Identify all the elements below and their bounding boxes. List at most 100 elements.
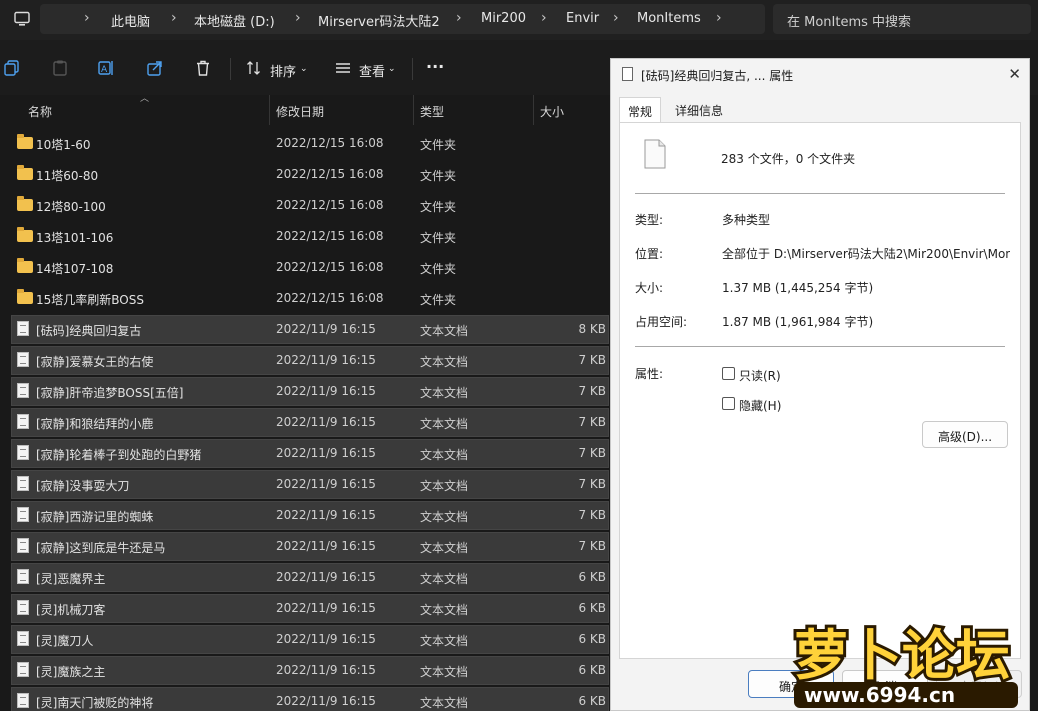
sort-button[interactable]: 排序 bbox=[270, 61, 296, 80]
chevron-down-icon: ⌄ bbox=[300, 64, 308, 74]
column-header-type[interactable]: 类型 bbox=[420, 103, 444, 120]
file-type: 文本文档 bbox=[420, 479, 469, 493]
file-row[interactable]: 14塔107-108 2022/12/15 16:08 文件夹 bbox=[0, 252, 610, 283]
column-header-date[interactable]: 修改日期 bbox=[276, 103, 324, 120]
file-row[interactable]: [寂静]爱慕女王的右使 2022/11/9 16:15 文本文档 7 KB bbox=[0, 345, 610, 376]
breadcrumb[interactable]: › 此电脑 › 本地磁盘 (D:) › Mirserver码法大陆2 › Mir… bbox=[40, 4, 765, 34]
breadcrumb-item[interactable]: Mir200 bbox=[481, 11, 526, 26]
file-row[interactable]: [灵]机械刀客 2022/11/9 16:15 文本文档 6 KB bbox=[0, 593, 610, 624]
file-size: 6 KB bbox=[578, 601, 606, 615]
file-date: 2022/12/15 16:08 bbox=[276, 136, 384, 150]
toolbar-divider bbox=[230, 58, 231, 80]
rename-icon[interactable]: A bbox=[98, 60, 114, 76]
file-date: 2022/11/9 16:15 bbox=[276, 477, 376, 491]
disk-size-label: 占用空间: bbox=[635, 315, 688, 329]
file-row[interactable]: [寂静]轮着棒子到处跑的白野猪 2022/11/9 16:15 文本文档 7 KB bbox=[0, 438, 610, 469]
file-row[interactable]: [寂静]肝帝追梦BOSS[五倍] 2022/11/9 16:15 文本文档 7 KB bbox=[0, 376, 610, 407]
file-row[interactable]: [寂静]这到底是牛还是马 2022/11/9 16:15 文本文档 7 KB bbox=[0, 531, 610, 562]
column-header-name[interactable]: 名称 bbox=[28, 103, 52, 120]
file-date: 2022/11/9 16:15 bbox=[276, 570, 376, 584]
file-size: 7 KB bbox=[578, 384, 606, 398]
tab-general[interactable]: 常规 bbox=[619, 97, 662, 123]
file-row[interactable]: [寂静]没事耍大刀 2022/11/9 16:15 文本文档 7 KB bbox=[0, 469, 610, 500]
close-icon[interactable]: ✕ bbox=[1008, 65, 1021, 83]
file-type: 文件夹 bbox=[420, 169, 457, 183]
column-divider[interactable] bbox=[269, 95, 270, 125]
hidden-checkbox[interactable] bbox=[722, 397, 735, 410]
file-row[interactable]: [灵]魔刀人 2022/11/9 16:15 文本文档 6 KB bbox=[0, 624, 610, 655]
breadcrumb-item[interactable]: MonItems bbox=[637, 11, 701, 26]
text-file-icon bbox=[17, 414, 29, 429]
folder-icon bbox=[17, 258, 33, 273]
chevron-right-icon[interactable]: › bbox=[716, 10, 722, 26]
hidden-label[interactable]: 隐藏(H) bbox=[739, 397, 781, 414]
folder-icon bbox=[17, 165, 33, 180]
readonly-checkbox[interactable] bbox=[722, 367, 735, 380]
file-size: 6 KB bbox=[578, 570, 606, 584]
chevron-down-icon: ⌄ bbox=[388, 64, 396, 74]
text-file-icon bbox=[17, 631, 29, 646]
file-date: 2022/11/9 16:15 bbox=[276, 539, 376, 553]
advanced-button[interactable]: 高级(D)... bbox=[922, 421, 1008, 448]
file-size: 7 KB bbox=[578, 446, 606, 460]
file-row[interactable]: 13塔101-106 2022/12/15 16:08 文件夹 bbox=[0, 221, 610, 252]
sort-asc-icon: ︿ bbox=[140, 94, 150, 104]
size-label: 大小: bbox=[635, 281, 664, 295]
text-file-icon bbox=[17, 693, 29, 708]
text-file-icon bbox=[17, 507, 29, 522]
file-type: 文本文档 bbox=[420, 541, 469, 555]
more-options-button[interactable]: ··· bbox=[426, 57, 444, 76]
delete-icon[interactable] bbox=[195, 60, 211, 76]
chevron-right-icon: › bbox=[171, 10, 177, 26]
watermark-title: 萝卜论坛 bbox=[794, 624, 1010, 687]
paste-icon[interactable] bbox=[52, 60, 68, 76]
file-name: [寂静]轮着棒子到处跑的白野猪 bbox=[36, 448, 202, 462]
readonly-label[interactable]: 只读(R) bbox=[739, 367, 781, 384]
file-row[interactable]: [灵]南天门被贬的神将 2022/11/9 16:15 文本文档 6 KB bbox=[0, 686, 610, 711]
file-name: [灵]魔刀人 bbox=[36, 634, 94, 648]
location-label: 位置: bbox=[635, 247, 664, 261]
file-date: 2022/11/9 16:15 bbox=[276, 353, 376, 367]
file-row[interactable]: [寂静]和狼结拜的小鹿 2022/11/9 16:15 文本文档 7 KB bbox=[0, 407, 610, 438]
file-name: [灵]南天门被贬的神将 bbox=[36, 696, 154, 710]
file-name: 12塔80-100 bbox=[36, 200, 106, 214]
file-row[interactable]: 12塔80-100 2022/12/15 16:08 文件夹 bbox=[0, 190, 610, 221]
share-icon[interactable] bbox=[147, 60, 163, 76]
file-size: 7 KB bbox=[578, 415, 606, 429]
file-size: 7 KB bbox=[578, 539, 606, 553]
file-row[interactable]: [灵]魔族之主 2022/11/9 16:15 文本文档 6 KB bbox=[0, 655, 610, 686]
column-divider[interactable] bbox=[413, 95, 414, 125]
breadcrumb-item[interactable]: 此电脑 bbox=[111, 11, 150, 30]
file-row[interactable]: [砝码]经典回归复古 2022/11/9 16:15 文本文档 8 KB bbox=[0, 314, 610, 345]
chevron-right-icon: › bbox=[295, 10, 301, 26]
search-input[interactable]: 在 MonItems 中搜索 bbox=[773, 4, 1031, 34]
column-header-size[interactable]: 大小 bbox=[540, 103, 564, 120]
tab-details[interactable]: 详细信息 bbox=[667, 97, 731, 121]
chevron-right-icon: › bbox=[541, 10, 547, 26]
file-row[interactable]: 10塔1-60 2022/12/15 16:08 文件夹 bbox=[0, 128, 610, 159]
copy-icon[interactable] bbox=[4, 60, 20, 76]
file-date: 2022/12/15 16:08 bbox=[276, 198, 384, 212]
breadcrumb-item[interactable]: Mirserver码法大陆2 bbox=[318, 11, 440, 30]
file-size: 6 KB bbox=[578, 694, 606, 708]
size-value: 1.37 MB (1,445,254 字节) bbox=[722, 281, 874, 295]
text-file-icon bbox=[17, 600, 29, 615]
breadcrumb-item[interactable]: Envir bbox=[566, 11, 599, 26]
breadcrumb-item[interactable]: 本地磁盘 (D:) bbox=[194, 11, 275, 30]
file-date: 2022/12/15 16:08 bbox=[276, 260, 384, 274]
file-row[interactable]: [灵]恶魔界主 2022/11/9 16:15 文本文档 6 KB bbox=[0, 562, 610, 593]
view-button[interactable]: 查看 bbox=[359, 61, 385, 80]
file-row[interactable]: [寂静]西游记里的蜘蛛 2022/11/9 16:15 文本文档 7 KB bbox=[0, 500, 610, 531]
column-divider[interactable] bbox=[533, 95, 534, 125]
file-date: 2022/11/9 16:15 bbox=[276, 508, 376, 522]
view-icon bbox=[336, 63, 350, 73]
file-row[interactable]: 11塔60-80 2022/12/15 16:08 文件夹 bbox=[0, 159, 610, 190]
file-name: [寂静]这到底是牛还是马 bbox=[36, 541, 166, 555]
file-type: 文件夹 bbox=[420, 262, 457, 276]
file-name: [寂静]西游记里的蜘蛛 bbox=[36, 510, 154, 524]
pc-icon[interactable] bbox=[14, 11, 30, 27]
file-name: 13塔101-106 bbox=[36, 231, 114, 245]
file-row[interactable]: 15塔几率刷新BOSS 2022/12/15 16:08 文件夹 bbox=[0, 283, 610, 314]
chevron-right-icon: › bbox=[456, 10, 462, 26]
divider bbox=[635, 346, 1005, 347]
